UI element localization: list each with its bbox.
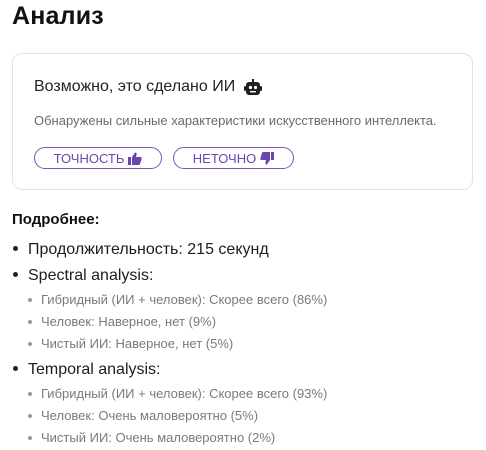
- spectral-analysis-label: Spectral analysis:: [28, 267, 154, 284]
- robot-icon: [244, 78, 263, 95]
- temporal-human-result: Человек: Очень маловероятно (5%): [28, 406, 482, 428]
- inaccurate-button[interactable]: НЕТОЧНО: [173, 147, 294, 169]
- verdict-row: Возможно, это сделано ИИ: [34, 78, 263, 96]
- temporal-analysis-item: Temporal analysis: Гибридный (ИИ + челов…: [12, 358, 482, 450]
- page-title: Анализ: [12, 2, 104, 30]
- spectral-human-result: Человек: Наверное, нет (9%): [28, 312, 482, 334]
- temporal-hybrid-result: Гибридный (ИИ + человек): Скорее всего (…: [28, 384, 482, 406]
- accurate-button[interactable]: ТОЧНОСТЬ: [34, 147, 162, 169]
- spectral-pure-ai-result: Чистый ИИ: Наверное, нет (5%): [28, 334, 482, 356]
- details-heading: Подробнее:: [12, 211, 100, 228]
- spectral-hybrid-result: Гибридный (ИИ + человек): Скорее всего (…: [28, 290, 482, 312]
- duration-item: Продолжительность: 215 секунд: [12, 238, 482, 264]
- details-list: Продолжительность: 215 секунд Spectral a…: [12, 238, 482, 450]
- inaccurate-button-label: НЕТОЧНО: [192, 150, 257, 166]
- thumbs-up-icon: [128, 151, 143, 165]
- verdict-description: Обнаружены сильные характеристики искусс…: [34, 113, 437, 128]
- temporal-results: Гибридный (ИИ + человек): Скорее всего (…: [28, 384, 482, 450]
- spectral-analysis-item: Spectral analysis: Гибридный (ИИ + челов…: [12, 264, 482, 356]
- accurate-button-label: ТОЧНОСТЬ: [53, 150, 125, 166]
- temporal-pure-ai-result: Чистый ИИ: Очень маловероятно (2%): [28, 428, 482, 450]
- verdict-text: Возможно, это сделано ИИ: [34, 78, 236, 95]
- thumbs-down-icon: [260, 151, 275, 165]
- spectral-results: Гибридный (ИИ + человек): Скорее всего (…: [28, 290, 482, 356]
- verdict-card: Возможно, это сделано ИИ Обнаружены силь…: [12, 53, 473, 190]
- temporal-analysis-label: Temporal analysis:: [28, 361, 161, 378]
